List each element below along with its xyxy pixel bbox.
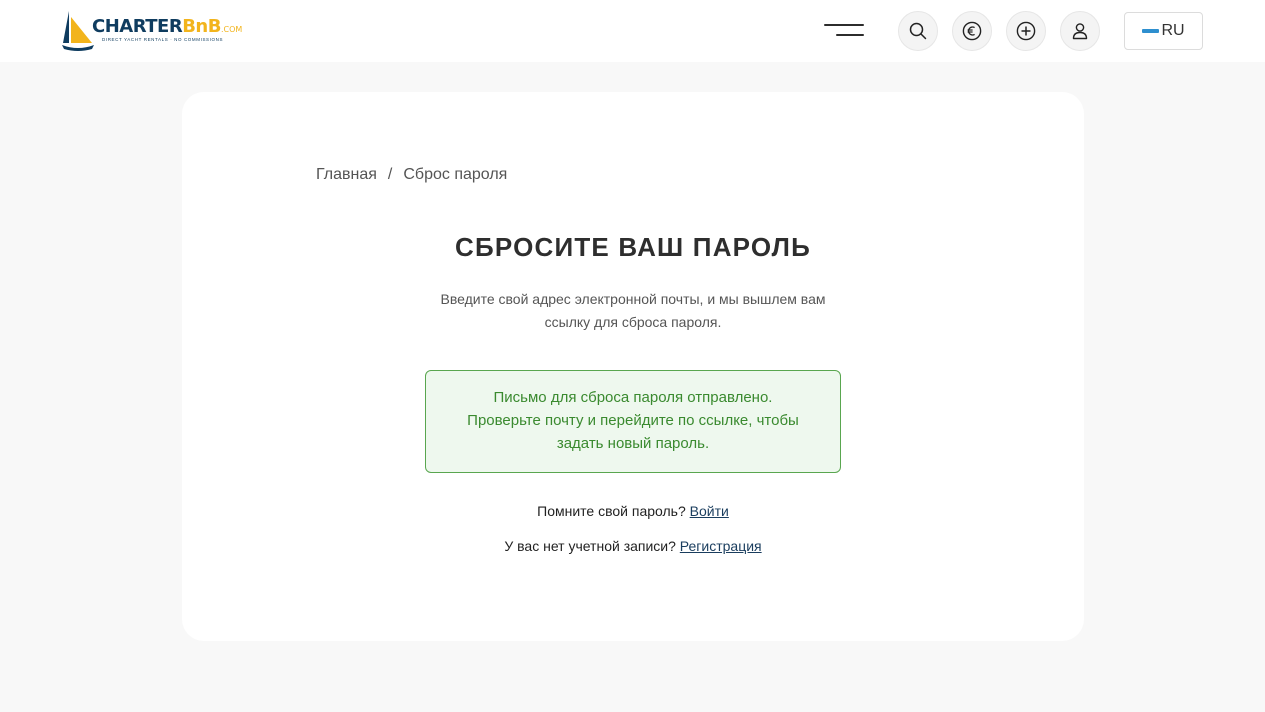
alert-line: Письмо для сброса пароля отправлено.: [493, 389, 773, 406]
logo-text-accent: BnB: [182, 16, 221, 37]
breadcrumb-current: Сброс пароля: [403, 166, 508, 183]
account-button[interactable]: [1060, 11, 1100, 51]
success-alert: Письмо для сброса пароля отправлено. Про…: [425, 370, 841, 473]
logo-text-main: CHARTER: [92, 16, 183, 37]
user-icon: [1072, 23, 1088, 40]
login-link[interactable]: Войти: [690, 503, 729, 519]
search-icon: [909, 22, 927, 40]
language-selector[interactable]: RU: [1124, 12, 1203, 50]
plus-circle-icon: [1016, 21, 1036, 41]
hamburger-menu-icon[interactable]: [821, 18, 867, 44]
currency-button[interactable]: [952, 11, 992, 51]
sailboat-logo-icon: [62, 11, 94, 51]
search-button[interactable]: [898, 11, 938, 51]
charterbnb-logo[interactable]: CHARTERBnB.COM DIRECT YACHT RENTALS · NO…: [62, 9, 252, 51]
logo-wordmark: CHARTERBnB.COM: [92, 16, 242, 37]
register-prompt-text: У вас нет учетной записи?: [504, 538, 676, 554]
register-prompt: У вас нет учетной записи? Регистрация: [182, 538, 1084, 554]
alert-line: задать новый пароль.: [556, 435, 710, 452]
euro-icon: [962, 21, 982, 41]
logo-tagline: DIRECT YACHT RENTALS · NO COMMISSIONS: [102, 37, 224, 42]
breadcrumb: Главная / Сброс пароля: [316, 166, 507, 184]
login-prompt: Помните свой пароль? Войти: [182, 503, 1084, 519]
page-title: СБРОСИТЕ ВАШ ПАРОЛЬ: [455, 232, 811, 262]
top-navigation-bar: CHARTERBnB.COM DIRECT YACHT RENTALS · NO…: [0, 0, 1265, 62]
login-prompt-text: Помните свой пароль?: [537, 503, 686, 519]
breadcrumb-separator: /: [387, 166, 393, 183]
logo-text-suffix: .COM: [220, 25, 243, 34]
password-reset-card: Главная / Сброс пароля СБРОСИТЕ ВАШ ПАРОЛЬ…: [182, 92, 1084, 641]
alert-line: Проверьте почту и перейдите по ссылке, ч…: [467, 412, 799, 429]
register-link[interactable]: Регистрация: [680, 538, 762, 554]
page-description: Введите свой адрес электронной почты, и …: [440, 291, 826, 330]
language-flag-icon: [1142, 29, 1160, 33]
add-listing-button[interactable]: [1006, 11, 1046, 51]
language-label: RU: [1161, 22, 1185, 39]
breadcrumb-home-link[interactable]: Главная: [316, 166, 377, 183]
